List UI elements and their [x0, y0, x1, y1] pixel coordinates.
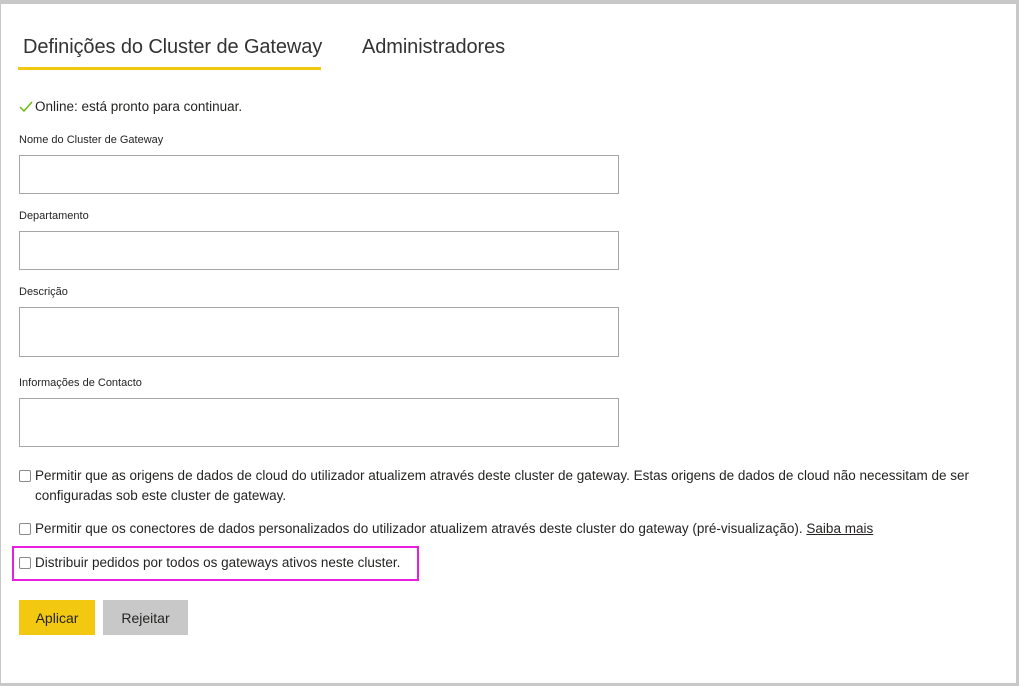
status-message: Online: está pronto para continuar.	[19, 99, 242, 114]
tab-gateway-cluster-settings[interactable]: Definições do Cluster de Gateway	[23, 36, 322, 59]
contact-info-label: Informações de Contacto	[19, 377, 142, 389]
reject-button[interactable]: Rejeitar	[103, 600, 188, 635]
cloud-sources-checkbox[interactable]	[19, 470, 31, 482]
department-label: Departamento	[19, 210, 89, 222]
distribute-requests-option: Distribuir pedidos por todos os gateways…	[19, 553, 400, 573]
description-label: Descrição	[19, 286, 68, 298]
distribute-requests-checkbox[interactable]	[19, 557, 31, 569]
custom-connectors-label: Permitir que os conectores de dados pers…	[35, 521, 803, 536]
apply-button[interactable]: Aplicar	[19, 600, 95, 635]
status-text: Online: está pronto para continuar.	[35, 99, 243, 114]
tab-administrators[interactable]: Administradores	[362, 36, 505, 59]
cloud-sources-label: Permitir que as origens de dados de clou…	[35, 468, 970, 503]
learn-more-link[interactable]: Saiba mais	[806, 521, 873, 536]
distribute-requests-label: Distribuir pedidos por todos os gateways…	[35, 555, 401, 570]
gateway-cluster-name-input[interactable]	[19, 155, 619, 194]
active-tab-indicator	[18, 67, 321, 70]
custom-connectors-checkbox[interactable]	[19, 523, 31, 535]
check-icon	[19, 101, 33, 112]
contact-info-input[interactable]	[19, 398, 619, 447]
custom-connectors-option: Permitir que os conectores de dados pers…	[19, 519, 999, 539]
description-input[interactable]	[19, 307, 619, 357]
gateway-cluster-name-label: Nome do Cluster de Gateway	[19, 134, 164, 146]
cloud-sources-option: Permitir que as origens de dados de clou…	[19, 466, 989, 506]
department-input[interactable]	[19, 231, 619, 270]
